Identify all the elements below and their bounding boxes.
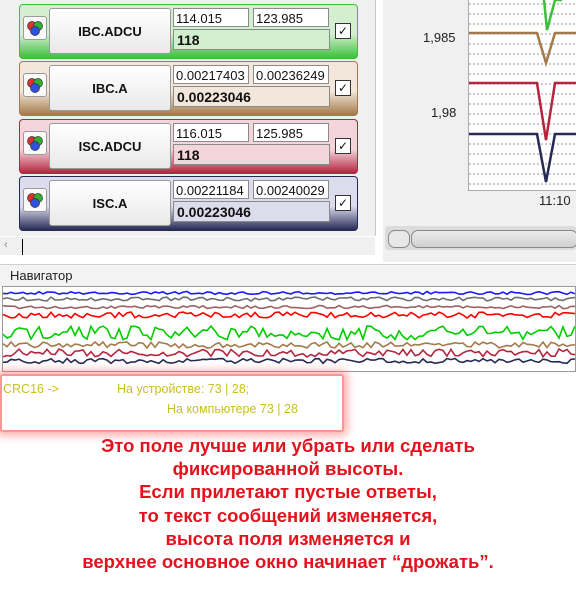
navigator-series-line bbox=[2, 324, 576, 342]
rgb-circles-icon-svg bbox=[27, 21, 43, 36]
navigator-svg bbox=[2, 290, 576, 365]
navigator-header: Навигатор bbox=[0, 264, 576, 287]
chart-series-line bbox=[469, 31, 576, 68]
rgb-circles-icon-svg bbox=[27, 136, 43, 151]
scroll-thumb[interactable] bbox=[411, 230, 576, 248]
variable-name-button[interactable]: IBC.A bbox=[49, 65, 171, 111]
variable-max-field[interactable]: 0.00240029 bbox=[253, 180, 329, 199]
variable-row: IBC.ADCU 114.015 123.985 118 ✓ bbox=[19, 4, 358, 59]
variable-value-field: 0.00223046 bbox=[173, 201, 330, 222]
variable-value-field: 0.00223046 bbox=[173, 86, 330, 107]
variable-max-field[interactable]: 125.985 bbox=[253, 123, 329, 142]
navigator-series-line bbox=[2, 347, 576, 359]
variables-scrollbar[interactable]: ‹ bbox=[0, 237, 375, 255]
navigator-series-line bbox=[2, 304, 576, 310]
navigator-chart[interactable] bbox=[2, 286, 576, 372]
rgb-circles-icon[interactable] bbox=[23, 73, 47, 97]
annotation-text: Это поле лучше или убрать или сделать фи… bbox=[0, 434, 576, 573]
rgb-circles-icon[interactable] bbox=[23, 131, 47, 155]
variable-name-button[interactable]: IBC.ADCU bbox=[49, 8, 171, 54]
variable-value-field: 118 bbox=[173, 144, 330, 165]
rgb-circles-icon[interactable] bbox=[23, 188, 47, 212]
variable-min-field[interactable]: 0.00221184 bbox=[173, 180, 249, 199]
chart-horizontal-scrollbar[interactable] bbox=[385, 226, 576, 250]
variable-row: ISC.A 0.00221184 0.00240029 0.00223046 ✓ bbox=[19, 176, 358, 231]
chevron-left-icon[interactable]: ‹ bbox=[4, 239, 8, 251]
navigator-label: Навигатор bbox=[10, 268, 73, 283]
variable-name-button[interactable]: ISC.ADCU bbox=[49, 123, 171, 169]
rgb-circles-icon-svg bbox=[27, 193, 43, 208]
annotation-line: верхнее основное окно начинает “дрожать”… bbox=[82, 551, 494, 573]
variables-panel: IBC.ADCU 114.015 123.985 118 ✓ IBC.A 0.0… bbox=[0, 0, 376, 236]
variable-min-field[interactable]: 114.015 bbox=[173, 8, 249, 27]
variable-min-field[interactable]: 116.015 bbox=[173, 123, 249, 142]
annotation-line: фиксированной высоты. bbox=[172, 458, 404, 480]
variable-value-field: 118 bbox=[173, 29, 330, 50]
variable-visible-checkbox[interactable]: ✓ bbox=[335, 195, 351, 211]
rgb-circles-icon[interactable] bbox=[23, 16, 47, 40]
chart-series-line bbox=[469, 81, 576, 141]
annotation-line: высота поля изменяется и bbox=[165, 527, 411, 549]
annotation-line: Если прилетают пустые ответы, bbox=[139, 481, 437, 503]
text-caret bbox=[22, 239, 23, 255]
navigator-series-line bbox=[2, 296, 576, 302]
variable-min-field[interactable]: 0.00217403 bbox=[173, 65, 249, 84]
navigator-series-line bbox=[2, 311, 576, 320]
navigator-series-line bbox=[2, 340, 576, 350]
variable-max-field[interactable]: 0.00236249 bbox=[253, 65, 329, 84]
chart-series-line bbox=[469, 132, 576, 183]
y-tick-label: 1,98 bbox=[431, 105, 457, 120]
x-tick-label: 11:10 bbox=[539, 193, 571, 208]
variable-name-button[interactable]: ISC.A bbox=[49, 180, 171, 226]
variable-visible-checkbox[interactable]: ✓ bbox=[335, 80, 351, 96]
annotation-line: Это поле лучше или убрать или сделать bbox=[101, 435, 475, 456]
scroll-left-button[interactable] bbox=[388, 230, 410, 248]
annotation-line: то текст сообщений изменяется, bbox=[138, 504, 438, 526]
trend-chart-svg bbox=[469, 0, 576, 185]
log-area-highlight bbox=[0, 374, 344, 432]
variable-visible-checkbox[interactable]: ✓ bbox=[335, 138, 351, 154]
rgb-circles-icon-svg bbox=[27, 78, 43, 93]
chart-panel: 1,985 1,98 11:10 bbox=[383, 0, 576, 262]
navigator-series-line bbox=[2, 290, 576, 296]
navigator-series-line bbox=[2, 357, 576, 365]
y-tick-label: 1,985 bbox=[423, 30, 456, 45]
trend-chart bbox=[468, 0, 576, 191]
variable-row: ISC.ADCU 116.015 125.985 118 ✓ bbox=[19, 119, 358, 174]
variable-visible-checkbox[interactable]: ✓ bbox=[335, 23, 351, 39]
variable-max-field[interactable]: 123.985 bbox=[253, 8, 329, 27]
variable-row: IBC.A 0.00217403 0.00236249 0.00223046 ✓ bbox=[19, 61, 358, 116]
